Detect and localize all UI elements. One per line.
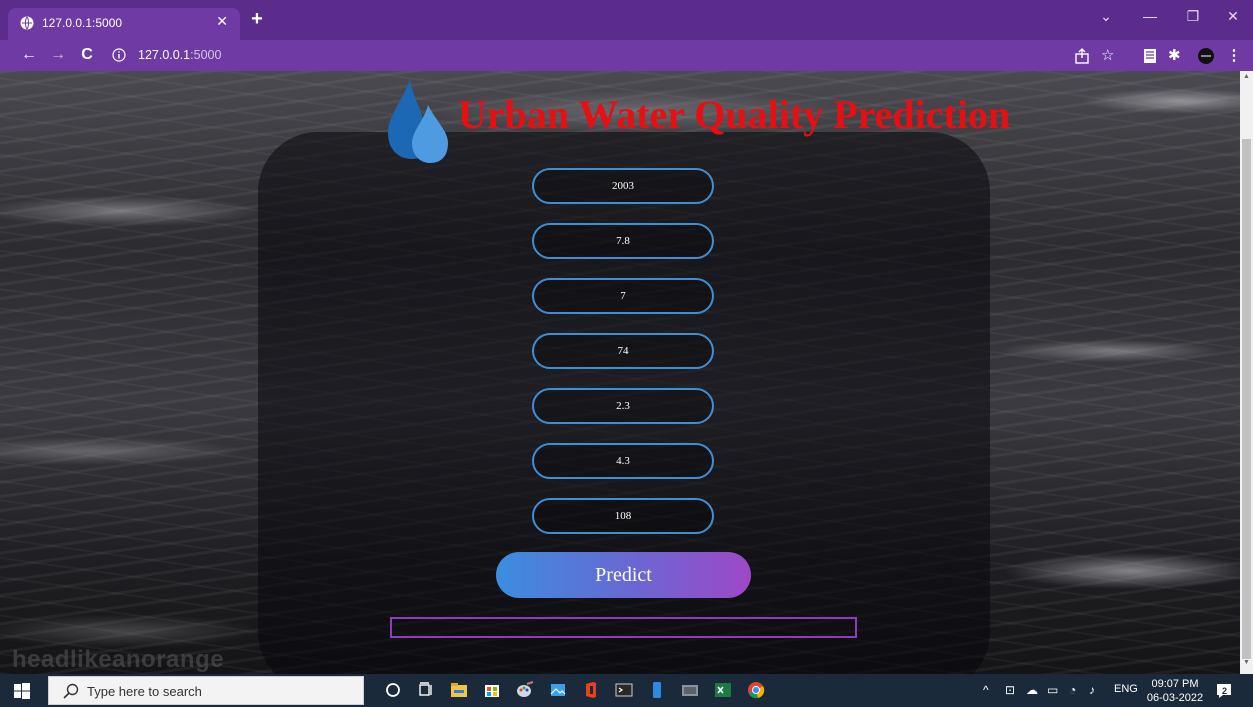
- wifi-icon[interactable]: ◔: [1069, 683, 1076, 697]
- prediction-result-box: [390, 617, 857, 638]
- menu-icon[interactable]: ⋮: [1224, 46, 1244, 66]
- predict-button[interactable]: Predict: [496, 552, 751, 598]
- terminal-icon[interactable]: [614, 680, 634, 700]
- restore-icon[interactable]: ❐: [1173, 8, 1213, 25]
- scroll-down-icon[interactable]: ▼: [1240, 659, 1253, 671]
- browser-toolbar: ← → C 127.0.0.1:5000 ☆ ✱ ⋮: [0, 40, 1253, 71]
- profile-avatar[interactable]: [1196, 46, 1216, 66]
- scroll-up-icon[interactable]: ▲: [1240, 73, 1253, 85]
- page-title: Urban Water Quality Prediction: [458, 92, 1011, 137]
- notification-count: 2: [1222, 686, 1228, 696]
- globe-icon: [20, 16, 34, 30]
- browser-tab[interactable]: 127.0.0.1:5000 ✕: [8, 8, 240, 40]
- input-field-4[interactable]: 74: [532, 333, 714, 369]
- input-field-7[interactable]: 108: [532, 498, 714, 534]
- meet-now-icon[interactable]: ⊡: [1005, 683, 1015, 697]
- reading-list-icon[interactable]: [1140, 46, 1160, 66]
- url-text: 127.0.0.1:5000: [138, 48, 222, 62]
- photos-icon[interactable]: [548, 680, 568, 700]
- watermark: headlikeanorange: [12, 646, 225, 673]
- close-window-icon[interactable]: ✕: [1213, 8, 1253, 25]
- address-bar[interactable]: 127.0.0.1:5000: [108, 44, 1138, 67]
- input-field-1[interactable]: 2003: [532, 168, 714, 204]
- clock-date: 06-03-2022: [1146, 692, 1204, 704]
- tab-title: 127.0.0.1:5000: [42, 16, 123, 30]
- windows-start-icon[interactable]: [14, 683, 30, 699]
- water-drop-icon: [388, 79, 448, 163]
- info-icon[interactable]: [112, 48, 126, 62]
- search-icon: [63, 683, 79, 699]
- extensions-icon[interactable]: ✱: [1168, 46, 1188, 66]
- excel-icon[interactable]: [713, 680, 733, 700]
- tab-close-icon[interactable]: ✕: [216, 13, 228, 30]
- search-placeholder: Type here to search: [87, 684, 202, 699]
- back-icon[interactable]: ←: [18, 46, 40, 64]
- taskbar-clock[interactable]: 09:07 PM 06-03-2022: [1146, 677, 1204, 705]
- language-indicator[interactable]: ENG: [1114, 683, 1138, 695]
- browser-tab-strip: 127.0.0.1:5000 ✕ + ⌄ — ❐ ✕: [0, 0, 1253, 40]
- share-icon[interactable]: [1072, 46, 1092, 66]
- onedrive-icon[interactable]: ☁: [1026, 683, 1038, 697]
- forward-icon[interactable]: →: [47, 46, 69, 64]
- office-icon[interactable]: [581, 680, 601, 700]
- input-field-3[interactable]: 7: [532, 278, 714, 314]
- input-field-5[interactable]: 2.3: [532, 388, 714, 424]
- page-viewport: headlikeanorange Urban Water Quality Pre…: [0, 71, 1240, 674]
- minimize-icon[interactable]: —: [1130, 8, 1170, 24]
- windows-taskbar: Type here to search ^ ⊡ ☁ ▭ ◔ ♪ ENG 09:0…: [0, 674, 1253, 707]
- cortana-icon[interactable]: [383, 680, 403, 700]
- page-scrollbar[interactable]: ▲ ▼: [1240, 71, 1253, 674]
- battery-icon[interactable]: ▭: [1047, 683, 1058, 697]
- desktop-app-icon[interactable]: [680, 680, 700, 700]
- volume-icon[interactable]: ♪: [1089, 683, 1095, 697]
- scroll-thumb[interactable]: [1242, 139, 1251, 659]
- tab-search-icon[interactable]: ⌄: [1086, 8, 1126, 25]
- paint-icon[interactable]: [515, 680, 535, 700]
- notification-center-icon[interactable]: 2: [1214, 681, 1234, 701]
- bookmark-star-icon[interactable]: ☆: [1101, 46, 1121, 66]
- file-explorer-icon[interactable]: [449, 680, 469, 700]
- input-field-6[interactable]: 4.3: [532, 443, 714, 479]
- store-icon[interactable]: [482, 680, 502, 700]
- phone-icon[interactable]: [647, 680, 667, 700]
- chrome-icon[interactable]: [746, 680, 766, 700]
- task-view-icon[interactable]: [416, 680, 436, 700]
- input-field-2[interactable]: 7.8: [532, 223, 714, 259]
- new-tab-button[interactable]: +: [245, 8, 269, 32]
- tray-chevron-icon[interactable]: ^: [983, 683, 989, 697]
- reload-icon[interactable]: C: [76, 46, 98, 64]
- clock-time: 09:07 PM: [1151, 678, 1199, 690]
- taskbar-search-box[interactable]: Type here to search: [48, 676, 364, 705]
